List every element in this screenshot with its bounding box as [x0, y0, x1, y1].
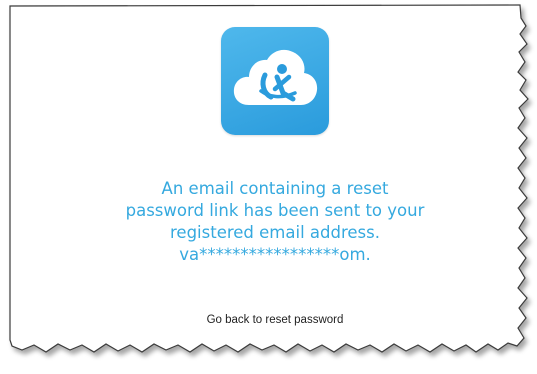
message-line: An email containing a reset [161, 179, 389, 198]
go-back-to-reset-password-link[interactable]: Go back to reset password [140, 314, 410, 326]
masked-email: va*****************om. [179, 245, 371, 264]
cloud-with-figure-icon [233, 49, 318, 105]
message-line: password link has been sent to your [125, 201, 425, 220]
confirmation-message: An email containing a reset password lin… [60, 178, 490, 266]
app-logo [221, 27, 329, 135]
message-line: registered email address. [170, 223, 380, 242]
